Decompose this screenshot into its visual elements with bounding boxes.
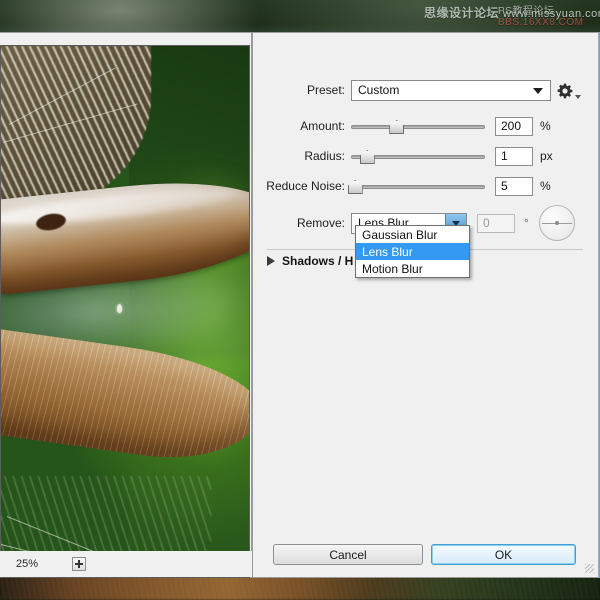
amount-value-field[interactable]: 200 [495, 117, 533, 136]
preset-value: Custom [352, 83, 399, 97]
remove-dropdown-list[interactable]: Gaussian Blur Lens Blur Motion Blur [355, 225, 470, 278]
dropdown-option-motion-blur[interactable]: Motion Blur [356, 260, 469, 277]
reduce-noise-label: Reduce Noise: [253, 179, 351, 193]
ok-button[interactable]: OK [431, 544, 576, 565]
reduce-noise-unit: % [540, 179, 551, 193]
triangle-right-icon[interactable] [267, 256, 275, 266]
preset-label: Preset: [253, 83, 351, 97]
water-droplet [117, 304, 122, 313]
amount-row: Amount: 200 % [253, 115, 600, 137]
slider-thumb[interactable] [360, 150, 375, 164]
watermark: 思缘设计论坛 www.missyuan.com PS教程论坛 BBS.16XX8… [424, 4, 596, 34]
remove-label: Remove: [253, 216, 351, 230]
radius-value-field[interactable]: 1 [495, 147, 533, 166]
zoom-level-label: 25% [16, 558, 38, 570]
slider-track [351, 185, 485, 189]
cancel-button[interactable]: Cancel [273, 544, 423, 565]
smart-sharpen-dialog: Preview Preset: Custom Amount: 200 % Rad… [252, 32, 600, 578]
preset-dropdown[interactable]: Custom [351, 80, 551, 101]
radius-unit: px [540, 149, 553, 163]
preset-row: Preset: Custom [253, 79, 600, 101]
shadows-highlights-section[interactable]: Shadows / H [267, 254, 353, 268]
shadows-highlights-label: Shadows / H [282, 254, 353, 268]
watermark-tag-bottom: BBS.16XX8.COM [498, 16, 583, 29]
angle-value-field[interactable]: 0 [477, 214, 515, 233]
reduce-noise-slider[interactable] [351, 179, 485, 193]
amount-slider[interactable] [351, 119, 485, 133]
amount-label: Amount: [253, 119, 351, 133]
radius-label: Radius: [253, 149, 351, 163]
reduce-noise-value-field[interactable]: 5 [495, 177, 533, 196]
preview-image[interactable] [0, 45, 250, 578]
screenshot-root: 思缘设计论坛 www.missyuan.com PS教程论坛 BBS.16XX8… [0, 0, 600, 600]
dropdown-option-gaussian-blur[interactable]: Gaussian Blur [356, 226, 469, 243]
angle-unit: ° [524, 216, 529, 230]
dropdown-option-lens-blur[interactable]: Lens Blur [356, 243, 469, 260]
slider-track [351, 125, 485, 129]
preview-footer: 25% [0, 551, 253, 577]
angle-dial-icon[interactable] [539, 205, 575, 241]
radius-slider[interactable] [351, 149, 485, 163]
amount-unit: % [540, 119, 551, 133]
watermark-site-name: 思缘设计论坛 [424, 6, 499, 20]
reduce-noise-row: Reduce Noise: 5 % [253, 175, 600, 197]
resize-grip-icon[interactable] [585, 564, 594, 573]
dial-center-dot [555, 221, 559, 225]
zoom-in-icon[interactable] [72, 557, 86, 571]
chevron-down-icon [533, 88, 543, 94]
radius-row: Radius: 1 px [253, 145, 600, 167]
slider-thumb[interactable] [389, 120, 404, 134]
preview-panel: 25% [0, 32, 252, 578]
